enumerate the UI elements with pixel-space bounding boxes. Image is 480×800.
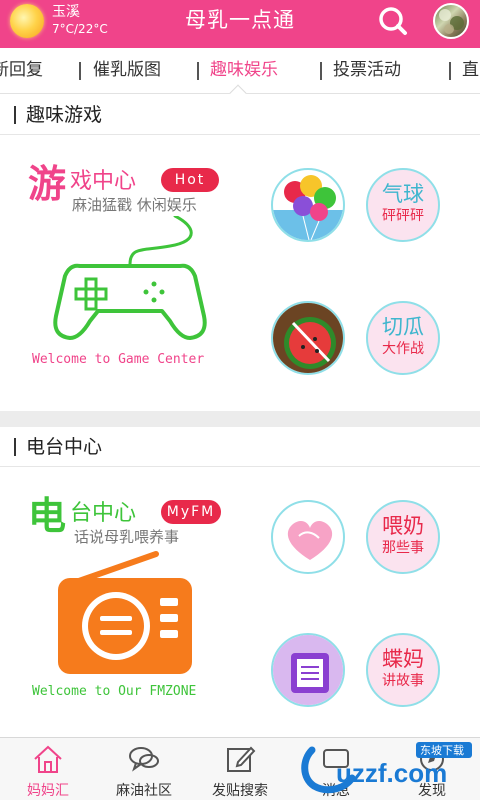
search-button[interactable]: [376, 6, 410, 36]
games-section-header: 趣味游戏: [0, 95, 480, 135]
chat-bubbles-icon: [129, 747, 159, 772]
story-label-circle[interactable]: 蝶妈 讲故事: [366, 633, 440, 707]
section-marker: [14, 106, 16, 124]
user-avatar[interactable]: [433, 3, 469, 39]
tab-divider: [79, 62, 81, 80]
radio-section-header: 电台中心: [0, 427, 480, 467]
banner-heading: 戏中心: [70, 169, 137, 194]
games-section-title: 趣味游戏: [26, 104, 103, 126]
section-divider: [0, 411, 480, 427]
banner-subtitle: 麻油猛戳 休闲娱乐: [72, 196, 197, 214]
nav-label: 发贴搜索: [212, 783, 268, 799]
radio-icon: [58, 551, 192, 674]
banner-big-char: 游: [28, 162, 67, 206]
myfm-badge: MyFM: [161, 500, 221, 524]
watermark-text: uzzf.com: [336, 758, 447, 788]
avatar-photo: [439, 9, 464, 34]
fruit-game-subtitle: 大作战: [382, 341, 424, 357]
radio-section-title: 电台中心: [26, 436, 103, 458]
tab-divider: [449, 62, 451, 80]
section-marker: [14, 438, 16, 456]
fruit-game-thumbnail[interactable]: [271, 301, 345, 375]
feeding-label-circle[interactable]: 喂奶 那些事: [366, 500, 440, 574]
balloon-game-label-circle[interactable]: 气球 砰砰砰: [366, 168, 440, 242]
radio-card: 电 台中心 MyFM 话说母乳喂养事 Welcome to Our FMZONE…: [0, 468, 480, 736]
nav-mom-hub[interactable]: 妈妈汇: [0, 738, 96, 800]
banner-welcome-text: Welcome to Our FMZONE: [32, 684, 197, 699]
story-title: 蝶妈: [382, 647, 424, 671]
balloon-game-subtitle: 砰砰砰: [382, 208, 424, 224]
fruit-game-label-circle[interactable]: 切瓜 大作战: [366, 301, 440, 375]
hot-badge: Hot: [161, 168, 219, 192]
nav-community[interactable]: 麻油社区: [96, 738, 192, 800]
storybook-icon: [273, 635, 343, 705]
app-header: 玉溪 7°C/22°C 母乳一点通: [0, 0, 480, 48]
feeding-thumbnail[interactable]: [271, 500, 345, 574]
nav-label: 妈妈汇: [27, 783, 69, 799]
game-center-banner[interactable]: 游 戏中心 Hot 麻油猛戳 休闲娱乐 Welcome to Game Cent…: [0, 136, 260, 411]
banner-welcome-text: Welcome to Game Center: [32, 352, 205, 367]
story-thumbnail[interactable]: [271, 633, 345, 707]
radio-center-banner[interactable]: 电 台中心 MyFM 话说母乳喂养事 Welcome to Our FMZONE: [0, 468, 260, 736]
tab-voting[interactable]: 投票活动: [333, 48, 401, 94]
nav-label: 麻油社区: [116, 783, 172, 799]
tab-live[interactable]: 直: [462, 48, 479, 94]
banner-heading: 台中心: [70, 501, 137, 526]
feeding-subtitle: 那些事: [382, 540, 424, 556]
story-subtitle: 讲故事: [382, 673, 424, 689]
nav-post-search[interactable]: 发贴搜索: [192, 738, 288, 800]
games-card: 游 戏中心 Hot 麻油猛戳 休闲娱乐 Welcome to Game Cent…: [0, 136, 480, 411]
tab-divider: [197, 62, 199, 80]
banner-big-char: 电: [28, 494, 67, 538]
gamepad-icon: [53, 216, 207, 340]
fruit-game-title: 切瓜: [382, 315, 424, 339]
watermark-badge: 东坡下载: [420, 744, 464, 757]
tab-new-replies[interactable]: 新回复: [0, 48, 43, 94]
banner-subtitle: 话说母乳喂养事: [74, 528, 180, 546]
tab-divider: [320, 62, 322, 80]
home-icon: [34, 745, 62, 773]
feeding-title: 喂奶: [382, 514, 424, 538]
search-icon: [379, 7, 407, 35]
compose-icon: [227, 746, 256, 772]
tab-fun-entertainment[interactable]: 趣味娱乐: [210, 48, 278, 94]
balloon-game-thumbnail[interactable]: [271, 168, 345, 242]
balloons-icon: [273, 175, 343, 240]
tab-lactation-map[interactable]: 催乳版图: [93, 48, 161, 94]
heart-icon: [287, 521, 333, 560]
watermelon-icon: [273, 303, 343, 373]
balloon-game-title: 气球: [382, 182, 424, 206]
uzzf-watermark-logo: uzzf.com 东坡下载: [301, 742, 472, 794]
